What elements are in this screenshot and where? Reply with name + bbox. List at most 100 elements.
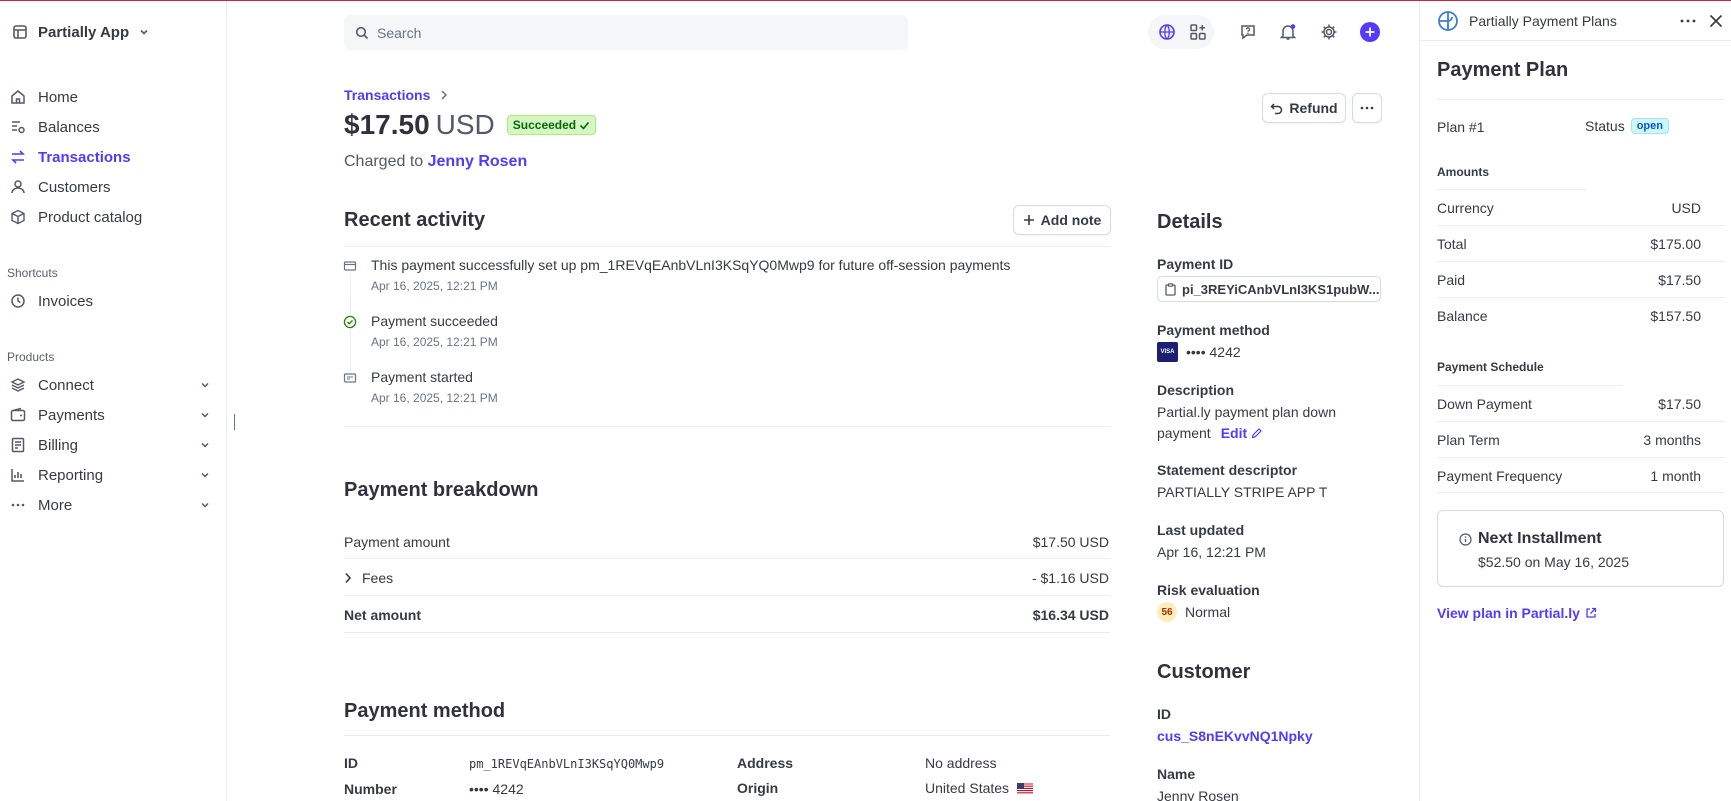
divider: [1437, 385, 1623, 386]
divider: [344, 632, 1110, 633]
customer-id-link[interactable]: cus_S8nEKvvNQ1Npky: [1157, 728, 1313, 744]
breakdown-label: Payment amount: [344, 534, 450, 550]
divider: [1437, 189, 1586, 190]
divider: [344, 426, 1110, 427]
activity-item-title: Payment started: [371, 369, 473, 385]
customer-link[interactable]: Jenny Rosen: [428, 153, 528, 170]
chevron-down-icon: [200, 410, 210, 420]
view-plan-link[interactable]: View plan in Partial.ly: [1437, 605, 1597, 621]
sidebar-item-label: Reporting: [38, 466, 104, 484]
add-note-label: Add note: [1040, 212, 1102, 228]
sidebar-item-more[interactable]: More: [10, 494, 210, 516]
chevron-down-icon: [139, 27, 149, 37]
sidebar-item-label: Transactions: [38, 148, 131, 166]
divider: [1437, 492, 1725, 493]
divider: [1437, 225, 1725, 226]
pm-address-value: No address: [925, 755, 997, 771]
sidebar-item-product-catalog[interactable]: Product catalog: [10, 206, 210, 228]
charged-prefix: Charged to: [344, 153, 424, 170]
statement-descriptor-value: PARTIALLY STRIPE APP T: [1157, 484, 1328, 500]
payment-method-title: Payment method: [344, 700, 506, 722]
breadcrumb[interactable]: Transactions: [344, 87, 448, 103]
settings-gear-icon[interactable]: [1318, 21, 1340, 43]
partially-logo-icon: [1437, 10, 1459, 32]
help-icon[interactable]: [1237, 21, 1259, 43]
us-flag-icon: [1017, 782, 1034, 794]
sidebar-item-connect[interactable]: Connect: [10, 374, 210, 396]
status-label: Status: [1585, 118, 1625, 134]
add-note-button[interactable]: Add note: [1013, 205, 1111, 235]
status-badge: Succeeded: [506, 115, 597, 135]
risk-evaluation-value: Normal: [1185, 604, 1231, 620]
amounts-row-value: $17.50: [1658, 272, 1701, 288]
product-catalog-icon: [10, 209, 26, 225]
customer-id-label: ID: [1157, 706, 1171, 722]
sidebar-item-label: More: [38, 496, 73, 514]
divider: [1437, 297, 1725, 298]
risk-evaluation: 56 Normal: [1157, 602, 1230, 622]
amounts-row-label: Balance: [1437, 308, 1488, 324]
sidebar-item-balances[interactable]: Balances: [10, 116, 210, 138]
activity-item-time: Apr 16, 2025, 12:21 PM: [371, 279, 498, 293]
search-input[interactable]: Search: [344, 15, 908, 50]
panel-close-icon[interactable]: [1709, 14, 1723, 28]
sidebar-item-reporting[interactable]: Reporting: [10, 464, 210, 486]
panel-header: Partially Payment Plans: [1420, 1, 1731, 41]
visa-card-icon: VISA: [1157, 342, 1178, 362]
home-icon: [10, 89, 26, 105]
activity-item-title: This payment successfully set up pm_1REV…: [371, 257, 1011, 273]
divider: [344, 246, 1110, 247]
search-placeholder: Search: [377, 24, 422, 41]
next-installment-title: Next Installment: [1478, 530, 1602, 547]
pm-id-value: pm_1REVqEAnbVLnI3KSqYQ0Mwp9: [469, 757, 665, 771]
amounts-row-label: Total: [1437, 236, 1467, 252]
account-switcher[interactable]: Partially App: [12, 21, 149, 43]
sidebar-item-home[interactable]: Home: [10, 86, 210, 108]
description-line2: payment: [1157, 425, 1211, 441]
info-icon: [1459, 533, 1472, 546]
pm-origin-label: Origin: [737, 780, 779, 796]
create-plus-icon[interactable]: [1359, 21, 1381, 43]
sidebar-item-payments[interactable]: Payments: [10, 404, 210, 426]
risk-score-badge: 56: [1157, 602, 1177, 622]
breakdown-value: - $1.16 USD: [1031, 570, 1109, 586]
status-badge: open: [1630, 118, 1669, 134]
edit-description-link[interactable]: Edit: [1221, 425, 1263, 441]
payment-id-copy-chip[interactable]: pi_3REYiCAnbVLnI3KS1pubW...: [1157, 276, 1381, 302]
sidebar-item-transactions[interactable]: Transactions: [10, 146, 210, 168]
panel-more-icon[interactable]: [1680, 19, 1696, 23]
refund-icon: [1270, 102, 1283, 115]
chevron-down-icon: [200, 380, 210, 390]
statement-descriptor-label: Statement descriptor: [1157, 462, 1298, 478]
more-actions-button[interactable]: [1352, 93, 1382, 123]
refund-button[interactable]: Refund: [1262, 93, 1346, 123]
refund-button-label: Refund: [1289, 100, 1338, 116]
activity-item-time: Apr 16, 2025, 12:21 PM: [371, 335, 498, 349]
breadcrumb-transactions[interactable]: Transactions: [344, 87, 430, 103]
sidebar-item-customers[interactable]: Customers: [10, 176, 210, 198]
pm-number-label: Number: [344, 781, 397, 797]
customer-title: Customer: [1157, 661, 1251, 683]
risk-evaluation-label: Risk evaluation: [1157, 582, 1260, 598]
apps-globe-icon[interactable]: [1156, 21, 1178, 43]
payment-id-value: pi_3REYiCAnbVLnI3KS1pubW...: [1182, 281, 1380, 297]
amounts-row-value: $175.00: [1650, 236, 1701, 252]
pm-address-label: Address: [737, 755, 794, 771]
chevron-down-icon: [200, 500, 210, 510]
panel-title: Payment Plan: [1437, 59, 1569, 81]
amounts-row-label: Paid: [1437, 272, 1466, 288]
notifications-bell-icon[interactable]: [1277, 21, 1299, 43]
fees-toggle[interactable]: Fees: [344, 570, 393, 586]
app-drawer-panel: Partially Payment Plans Payment Plan Pla…: [1419, 1, 1731, 801]
divider: [344, 735, 1110, 736]
sidebar-item-billing[interactable]: Billing: [10, 434, 210, 456]
breakdown-label: Net amount: [344, 607, 421, 623]
connect-icon: [10, 377, 26, 393]
apps-grid-icon[interactable]: [1187, 21, 1209, 43]
sidebar-item-invoices[interactable]: Invoices: [10, 290, 210, 312]
external-link-icon: [1585, 607, 1597, 619]
plan-label: Plan #1: [1437, 119, 1485, 135]
breakdown-label: Fees: [362, 570, 394, 586]
sidebar-item-label: Billing: [38, 436, 79, 454]
schedule-row-label: Down Payment: [1437, 396, 1532, 412]
